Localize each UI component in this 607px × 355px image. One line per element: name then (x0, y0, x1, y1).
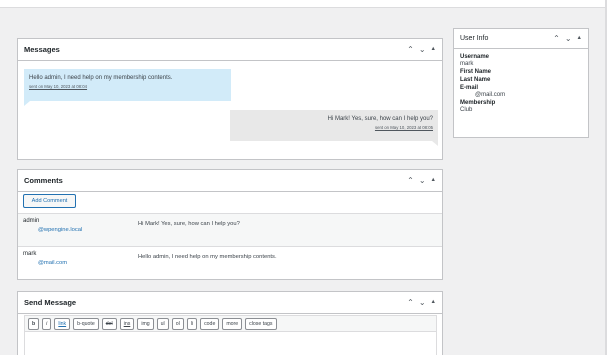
user-info-title: User Info (460, 35, 489, 42)
message-date: sent on May 10, 2023 at 08:05 (374, 125, 433, 130)
chevron-down-icon[interactable]: ⌄ (419, 298, 426, 307)
comments-postbox: Comments ⌃ ⌄ ▲ Add Comment admin @wpengi… (17, 169, 443, 280)
ins-button[interactable]: ins (119, 317, 135, 330)
membership-value: Club (460, 107, 473, 113)
li-button[interactable]: li (186, 317, 198, 330)
comment-author-email[interactable]: @wpengine.local (38, 227, 82, 233)
add-comment-button[interactable]: Add Comment (23, 194, 76, 208)
ol-button[interactable]: ol (171, 317, 184, 330)
send-message-header: Send Message ⌃ ⌄ ▲ (18, 292, 442, 314)
quicktags-toolbar: b i link b-quote del ins img ul ol li co… (24, 315, 437, 332)
comment-author: mark (23, 251, 37, 257)
comments-title: Comments (24, 176, 63, 185)
chevron-down-icon[interactable]: ⌄ (419, 45, 426, 54)
message-text: Hi Mark! Yes, sure, how can I help you? (327, 116, 433, 122)
more-button[interactable]: more (222, 317, 243, 330)
chevron-up-icon[interactable]: ⌃ (407, 45, 414, 54)
comment-text: Hello admin, I need help on my membershi… (138, 254, 277, 260)
send-message-title: Send Message (24, 298, 77, 307)
del-button[interactable]: del (101, 317, 117, 330)
user-info-handle-actions: ⌃ ⌄ ▲ (553, 34, 582, 43)
triangle-up-icon[interactable]: ▲ (431, 299, 436, 306)
message-bubble-outgoing: Hi Mark! Yes, sure, how can I help you? … (230, 110, 438, 146)
username-label: Username (460, 54, 490, 60)
last-name-label: Last Name (460, 77, 491, 83)
close-tags-button[interactable]: close tags (245, 317, 277, 330)
blockquote-button[interactable]: b-quote (73, 317, 99, 330)
comments-header: Comments ⌃ ⌄ ▲ (18, 170, 442, 192)
user-info-body: Username mark First Name Last Name E-mai… (454, 49, 588, 116)
comment-author-email[interactable]: @mail.com (38, 260, 67, 266)
send-message-handle-actions: ⌃ ⌄ ▲ (407, 298, 436, 307)
comment-author: admin (23, 218, 40, 224)
messages-handle-actions: ⌃ ⌄ ▲ (407, 45, 436, 54)
message-text: Hello admin, I need help on my membershi… (29, 75, 173, 81)
messages-postbox: Messages ⌃ ⌄ ▲ Hello admin, I need help … (17, 38, 443, 160)
triangle-up-icon[interactable]: ▲ (431, 177, 436, 184)
chevron-up-icon[interactable]: ⌃ (407, 176, 414, 185)
messages-header: Messages ⌃ ⌄ ▲ (18, 39, 442, 61)
email-label: E-mail (460, 85, 479, 91)
message-editor[interactable] (24, 332, 437, 355)
bold-button[interactable]: b (28, 317, 40, 330)
user-info-postbox: User Info ⌃ ⌄ ▲ Username mark First Name… (453, 28, 589, 138)
code-button[interactable]: code (200, 317, 220, 330)
italic-button[interactable]: i (42, 317, 52, 330)
chevron-up-icon[interactable]: ⌃ (553, 34, 560, 43)
triangle-up-icon[interactable]: ▲ (431, 46, 436, 53)
link-button[interactable]: link (54, 317, 71, 330)
triangle-up-icon[interactable]: ▲ (577, 35, 582, 42)
ul-button[interactable]: ul (156, 317, 169, 330)
message-bubble-incoming: Hello admin, I need help on my membershi… (24, 69, 231, 106)
first-name-label: First Name (460, 69, 492, 75)
comments-handle-actions: ⌃ ⌄ ▲ (407, 176, 436, 185)
username-value: mark (460, 61, 474, 67)
message-date: sent on May 10, 2023 at 08:04 (29, 84, 88, 89)
send-message-postbox: Send Message ⌃ ⌄ ▲ b i link b-quote del … (17, 291, 443, 355)
top-bar (0, 0, 607, 8)
email-value: @mail.com (475, 92, 506, 98)
membership-label: Membership (460, 100, 496, 106)
chevron-up-icon[interactable]: ⌃ (407, 298, 414, 307)
messages-title: Messages (24, 45, 60, 54)
img-button[interactable]: img (137, 317, 154, 330)
chevron-down-icon[interactable]: ⌄ (419, 176, 426, 185)
user-info-header: User Info ⌃ ⌄ ▲ (454, 29, 588, 49)
comment-row: mark @mail.com Hello admin, I need help … (18, 246, 442, 279)
chevron-down-icon[interactable]: ⌄ (565, 34, 572, 43)
comment-text: Hi Mark! Yes, sure, how can I help you? (138, 221, 240, 227)
comment-row: admin @wpengine.local Hi Mark! Yes, sure… (18, 213, 442, 246)
